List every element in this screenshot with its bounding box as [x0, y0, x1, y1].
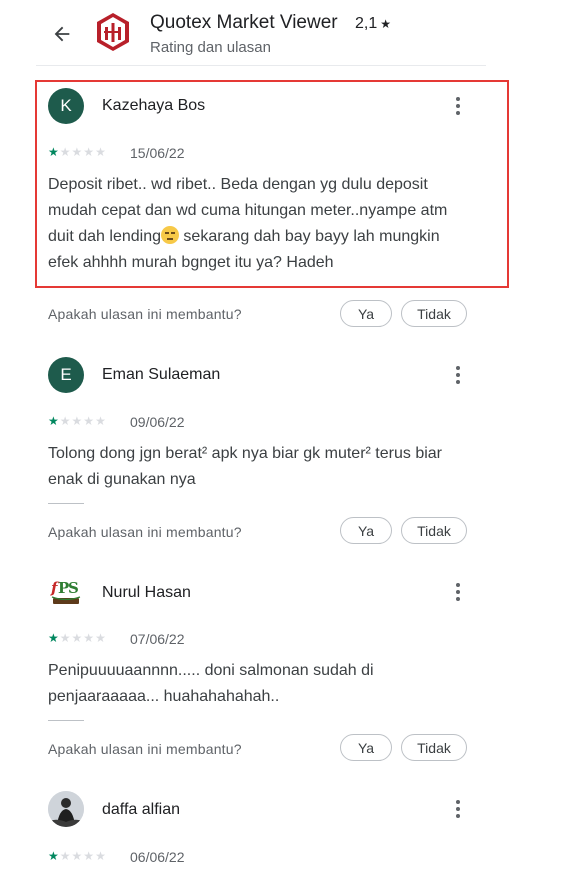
back-button[interactable]	[44, 18, 80, 50]
rating-stars: ★ ★ ★ ★ ★	[48, 632, 106, 644]
star-icon: ★	[95, 849, 106, 863]
fps-logo-icon: f P S	[50, 579, 81, 604]
rating-stars: ★ ★ ★ ★ ★	[48, 850, 106, 862]
helpful-no-button[interactable]: Tidak	[401, 300, 467, 327]
star-icon: ★	[71, 145, 83, 159]
more-vert-icon[interactable]	[448, 94, 468, 118]
star-icon: ★	[95, 145, 106, 159]
helpful-no-button[interactable]: Tidak	[401, 517, 467, 544]
avatar: K	[48, 88, 84, 124]
star-icon: ★	[48, 849, 59, 863]
avatar-initial: K	[60, 96, 72, 115]
app-header: Quotex Market Viewer 2,1 ★ Rating dan ul…	[0, 0, 565, 66]
review-date: 09/06/22	[130, 414, 185, 430]
star-icon: ★	[59, 849, 71, 863]
page-subtitle: Rating dan ulasan	[150, 39, 271, 56]
star-icon: ★	[59, 145, 71, 159]
review-author: Eman Sulaeman	[102, 366, 221, 383]
helpful-prompt: Apakah ulasan ini membantu?	[48, 524, 242, 540]
star-icon: ★	[71, 631, 83, 645]
star-icon: ★	[83, 631, 95, 645]
star-icon: ★	[71, 414, 83, 428]
user-photo-icon	[48, 791, 84, 827]
helpful-prompt: Apakah ulasan ini membantu?	[48, 741, 242, 757]
star-icon: ★	[48, 631, 59, 645]
rating-stars: ★ ★ ★ ★ ★	[48, 146, 106, 158]
helpful-yes-button[interactable]: Ya	[340, 517, 392, 544]
review-text: Deposit ribet.. wd ribet.. Beda dengan y…	[48, 172, 468, 276]
rating-stars: ★ ★ ★ ★ ★	[48, 415, 106, 427]
arrow-back-icon	[54, 26, 70, 42]
star-icon: ★	[83, 849, 95, 863]
star-icon: ★	[95, 414, 106, 428]
helpful-yes-button[interactable]: Ya	[340, 734, 392, 761]
helpful-no-button[interactable]: Tidak	[401, 734, 467, 761]
review-author: Kazehaya Bos	[102, 97, 206, 114]
star-icon: ★	[71, 849, 83, 863]
star-icon: ★	[83, 145, 95, 159]
avatar-initial: E	[60, 365, 72, 384]
quotex-app-icon	[94, 12, 132, 52]
helpful-prompt: Apakah ulasan ini membantu?	[48, 306, 242, 322]
review-author: Nurul Hasan	[102, 584, 191, 601]
more-vert-icon[interactable]	[448, 580, 468, 604]
avatar: f P S	[48, 574, 84, 610]
header-divider	[36, 65, 486, 66]
star-icon: ★	[95, 631, 106, 645]
star-icon: ★	[59, 631, 71, 645]
review-date: 07/06/22	[130, 631, 185, 647]
review-date: 06/06/22	[130, 849, 185, 865]
app-rating: 2,1 ★	[355, 15, 391, 33]
divider	[48, 503, 84, 504]
star-icon: ★	[83, 414, 95, 428]
app-rating-value: 2,1	[355, 15, 378, 32]
review-author: daffa alfian	[102, 801, 180, 818]
avatar	[48, 791, 84, 827]
review-text: Tolong dong jgn berat² apk nya biar gk m…	[48, 445, 442, 488]
star-icon: ★	[380, 17, 392, 31]
star-icon: ★	[48, 145, 59, 159]
review-text: Penipuuuuaannnn..... doni salmonan sudah…	[48, 662, 374, 705]
more-vert-icon[interactable]	[448, 797, 468, 821]
unamused-face-emoji	[160, 226, 179, 244]
star-icon: ★	[59, 414, 71, 428]
svg-text:S: S	[68, 579, 79, 597]
helpful-yes-button[interactable]: Ya	[340, 300, 392, 327]
star-icon: ★	[48, 414, 59, 428]
review-date: 15/06/22	[130, 145, 185, 161]
avatar: E	[48, 357, 84, 393]
app-title: Quotex Market Viewer	[150, 12, 338, 33]
more-vert-icon[interactable]	[448, 363, 468, 387]
divider	[48, 720, 84, 721]
